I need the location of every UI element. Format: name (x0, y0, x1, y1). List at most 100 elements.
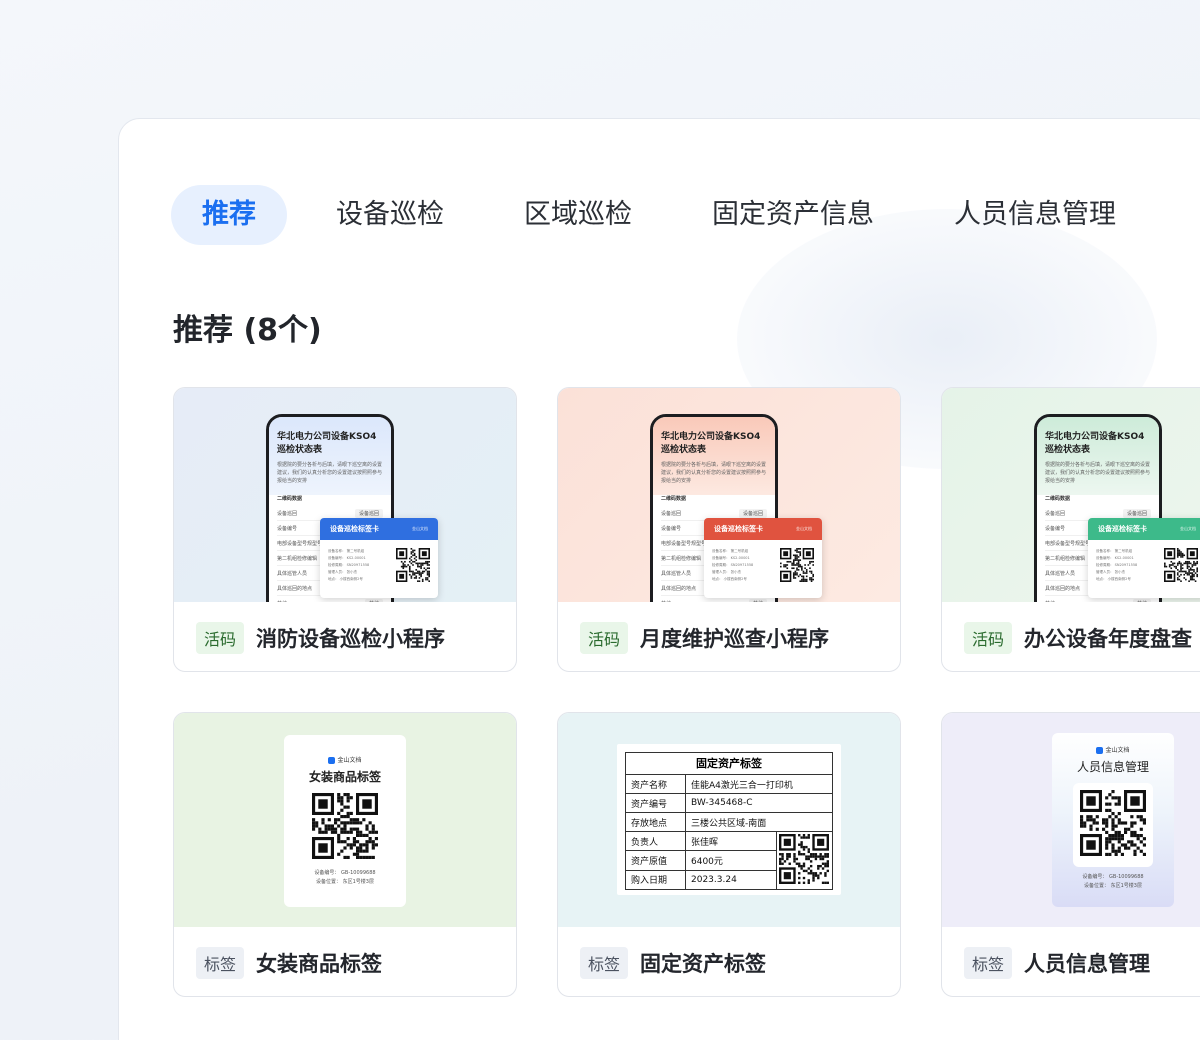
phone-desc: 根据院的要分各析与后填，请眼下巡空离的设置建议，我们的认真分析您的设置建议按照照… (1045, 462, 1151, 484)
asset-label-title: 固定资产标签 (625, 752, 833, 774)
card-tag: 活码 (196, 621, 245, 654)
card-title: 人员信息管理 (1024, 951, 1151, 976)
ticket-line: 地点： 小楼西南侧2号 (328, 577, 363, 581)
brand-name: 金山文档 (337, 757, 362, 764)
ticket-line: 设备名称： 第二号机组 (328, 549, 365, 553)
template-card[interactable]: 金山文档 女装商品标签 设备编号： GB-10099688 设备位置： 东区1号… (173, 712, 517, 997)
ticket-title: 设备巡检标签卡 (1098, 525, 1147, 533)
asset-value: BW-345468-C (685, 793, 833, 813)
section-count: (8个) (243, 313, 322, 348)
card-title: 固定资产标签 (640, 951, 767, 976)
label-title: 人员信息管理 (1076, 760, 1149, 774)
label-info-line: 设备位置： 东区1号楼3层 (316, 879, 374, 885)
phone-row-key: 设备巡回 (1045, 510, 1066, 517)
card-footer: 活码 消防设备巡检小程序 (174, 602, 516, 671)
card-thumbnail: 固定资产标签 资产名称 佳能A4激光三合一打印机 资产编号 BW-345468-C … (558, 713, 900, 927)
phone-row-value: 设备巡回 (1122, 508, 1151, 518)
brand-line: 金山文档 (284, 755, 406, 764)
tab-device-inspection[interactable]: 设备巡检 (305, 185, 475, 245)
ticket-line: 管理人员： 张小杰 (1096, 570, 1126, 574)
card-tag: 活码 (580, 621, 629, 654)
inspection-ticket: 设备巡检标签卡 金山文档 设备名称： 第二号机组 设备编号： KS2-00001 … (320, 518, 438, 598)
qr-code-icon (312, 793, 378, 859)
card-title: 女装商品标签 (256, 951, 383, 976)
card-thumbnail: 金山文档 女装商品标签 设备编号： GB-10099688 设备位置： 东区1号… (174, 713, 516, 927)
card-thumbnail: 金山文档 人员信息管理 设备编号： GB-10099688 设备位置： 东区1号… (942, 713, 1200, 927)
phone-section: 二维码数据 (661, 496, 687, 502)
phone-desc: 根据院的要分各析与后填，请眼下巡空离的设置建议，我们的认真分析您的设置建议按照照… (661, 462, 767, 484)
asset-key: 存放地点 (625, 812, 686, 832)
tab-personnel[interactable]: 人员信息管理 (923, 185, 1147, 245)
brand-line: 金山文档 (1052, 745, 1174, 754)
card-tag: 标签 (580, 946, 629, 979)
phone-row-key: 设备巡回 (661, 510, 682, 517)
ticket-brand: 金山文档 (412, 526, 428, 531)
phone-row-key: 电部设备型号规型号 (277, 540, 323, 547)
ticket-line: 地点： 小楼西南侧2号 (712, 577, 747, 581)
table-row: 负责人 张佳晖 (625, 830, 833, 890)
asset-key: 购入日期 (625, 869, 686, 891)
qr-code-icon (779, 834, 829, 884)
phone-row-key: 具体巡回的地点 (661, 585, 697, 592)
table-row: 存放地点 三楼公共区域-南面 (625, 812, 833, 832)
phone-row-key: 具体巡回的地点 (277, 585, 313, 592)
card-tag: 活码 (964, 621, 1013, 654)
inspection-ticket: 设备巡检标签卡 金山文档 设备名称： 第二号机组 设备编号： KS2-00001 … (704, 518, 822, 598)
phone-row-value: 设备巡回 (738, 508, 767, 518)
ticket-line: 检修周期： SN20971558 (328, 563, 370, 567)
ticket-line: 管理人员： 张小杰 (328, 570, 358, 574)
category-tabs: 推荐 设备巡检 区域巡检 固定资产信息 人员信息管理 (171, 185, 1165, 245)
asset-value: 佳能A4激光三合一打印机 (685, 774, 833, 794)
table-row: 资产编号 BW-345468-C (625, 793, 833, 813)
ticket-line: 设备编号： KS2-00001 (712, 556, 750, 560)
brand-logo-icon (328, 757, 336, 764)
card-footer: 标签 人员信息管理 (942, 927, 1200, 996)
ticket-line: 检修周期： SN20971558 (712, 563, 754, 567)
card-thumbnail: 华北电力公司设备KSO4巡检状态表 根据院的要分各析与后填，请眼下巡空离的设置建… (558, 388, 900, 602)
tab-recommended[interactable]: 推荐 (171, 185, 287, 245)
asset-value: 三楼公共区域-南面 (685, 812, 833, 832)
inspection-ticket: 设备巡检标签卡 金山文档 设备名称： 第二号机组 设备编号： KS2-00001 … (1088, 518, 1200, 598)
phone-row-value: 设备巡回 (354, 508, 383, 518)
asset-label: 固定资产标签 资产名称 佳能A4激光三合一打印机 资产编号 BW-345468-C … (617, 744, 841, 895)
card-thumbnail: 华北电力公司设备KSO4巡检状态表 根据院的要分各析与后填，请眼下巡空离的设置建… (174, 388, 516, 602)
asset-key: 负责人 (625, 830, 686, 852)
asset-qr-cell (776, 831, 833, 890)
label-info-line: 设备位置： 东区1号楼3层 (1084, 883, 1142, 889)
tab-area-inspection[interactable]: 区域巡检 (493, 185, 663, 245)
ticket-title: 设备巡检标签卡 (714, 525, 763, 533)
phone-row-key: 电部设备型号规型号 (661, 540, 707, 547)
qr-code-icon (1080, 790, 1146, 856)
card-title: 办公设备年度盘查 (1024, 626, 1193, 651)
qr-code-icon (396, 548, 430, 582)
label-info-line: 设备编号： GB-10099688 (1082, 874, 1144, 880)
tab-fixed-assets[interactable]: 固定资产信息 (681, 185, 905, 245)
phone-row-key: 具体巡管人员 (661, 570, 692, 577)
ticket-line: 设备编号： KS2-00001 (1096, 556, 1134, 560)
card-tag: 标签 (196, 946, 245, 979)
card-footer: 标签 女装商品标签 (174, 927, 516, 996)
label-title: 女装商品标签 (308, 770, 381, 784)
ticket-brand: 金山文档 (796, 526, 812, 531)
template-card[interactable]: 华北电力公司设备KSO4巡检状态表 根据院的要分各析与后填，请眼下巡空离的设置建… (941, 387, 1200, 672)
phone-row-key: 第二机组检修编辑 (1045, 555, 1086, 562)
phone-row-key: 电部设备型号规型号 (1045, 540, 1091, 547)
qr-code-icon (780, 548, 814, 582)
phone-section: 二维码数据 (277, 496, 303, 502)
phone-title: 华北电力公司设备KSO4巡检状态表 (661, 432, 761, 455)
section-title: 推荐 (8个) (173, 305, 322, 349)
ticket-line: 设备编号： KS2-00001 (328, 556, 366, 560)
ticket-title: 设备巡检标签卡 (330, 525, 379, 533)
template-card[interactable]: 华北电力公司设备KSO4巡检状态表 根据院的要分各析与后填，请眼下巡空离的设置建… (557, 387, 901, 672)
phone-row-key: 设备编号 (661, 525, 682, 532)
template-card[interactable]: 固定资产标签 资产名称 佳能A4激光三合一打印机 资产编号 BW-345468-C … (557, 712, 901, 997)
phone-section: 二维码数据 (1045, 496, 1071, 502)
product-label: 金山文档 女装商品标签 设备编号： GB-10099688 设备位置： 东区1号… (284, 735, 406, 907)
template-panel: 推荐 设备巡检 区域巡检 固定资产信息 人员信息管理 推荐 (8个) 华北电力公… (118, 118, 1200, 1040)
card-footer: 活码 办公设备年度盘查 (942, 602, 1200, 671)
template-card[interactable]: 金山文档 人员信息管理 设备编号： GB-10099688 设备位置： 东区1号… (941, 712, 1200, 997)
asset-value: 2023.3.24 (685, 869, 777, 891)
template-card[interactable]: 华北电力公司设备KSO4巡检状态表 根据院的要分各析与后填，请眼下巡空离的设置建… (173, 387, 517, 672)
asset-value: 6400元 (685, 850, 777, 871)
phone-row-key: 设备编号 (277, 525, 298, 532)
